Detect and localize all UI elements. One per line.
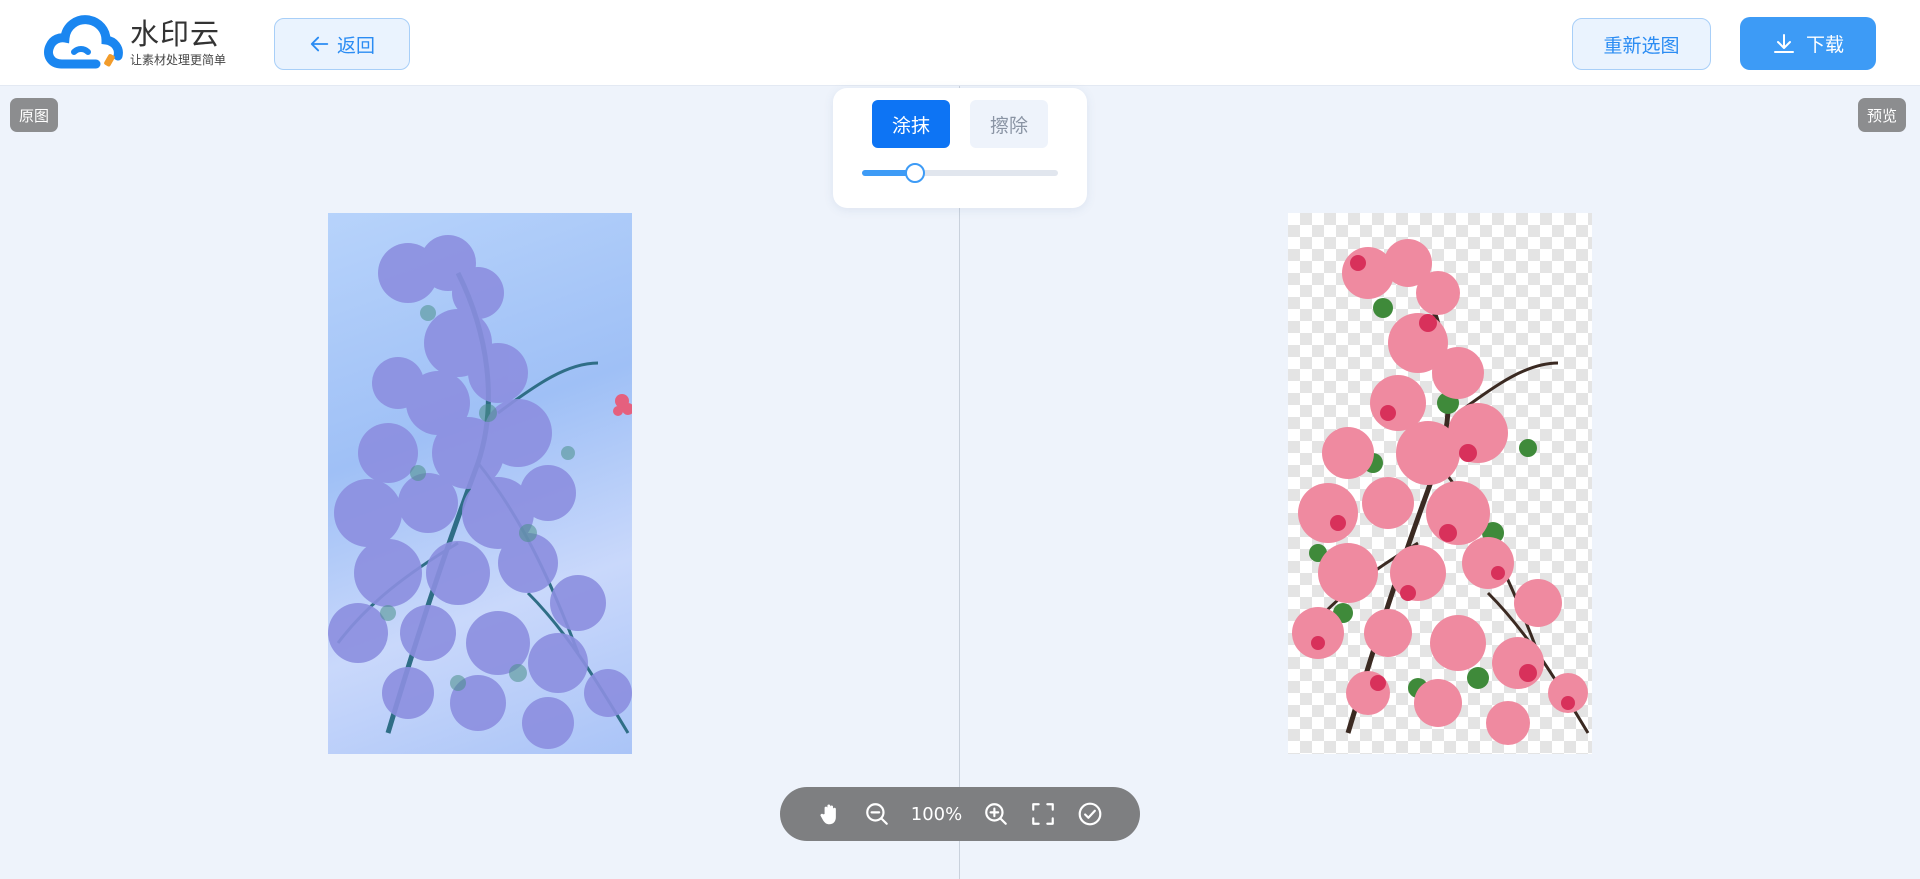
zoom-in-icon	[984, 803, 1007, 825]
fit-screen-button[interactable]	[1029, 801, 1056, 828]
preview-image-canvas[interactable]	[1288, 213, 1592, 754]
hand-icon	[820, 804, 837, 825]
top-bar: 水印云 让素材处理更简单 返回 重新选图 下载	[0, 0, 1920, 86]
cloud-logo-icon	[44, 15, 123, 69]
brand-slogan: 让素材处理更简单	[130, 53, 227, 67]
original-image-canvas[interactable]	[328, 213, 632, 754]
back-button[interactable]: 返回	[274, 18, 410, 70]
back-button-label: 返回	[336, 34, 375, 57]
download-icon	[1773, 33, 1794, 53]
original-label: 原图	[10, 98, 59, 132]
paint-mode-label: 涂抹	[891, 114, 930, 137]
paint-mode-button[interactable]: 涂抹	[872, 100, 950, 148]
brush-settings-panel: 涂抹 擦除	[833, 88, 1087, 208]
brush-size-slider-thumb[interactable]	[904, 163, 925, 183]
arrow-left-icon	[310, 36, 329, 52]
confirm-icon	[1078, 802, 1102, 826]
brush-size-slider-track[interactable]	[862, 170, 1058, 176]
download-button[interactable]: 下载	[1740, 17, 1876, 70]
hand-tool-button[interactable]	[817, 801, 844, 828]
zoom-out-icon	[866, 803, 889, 825]
blossom-cutout-image	[1292, 239, 1590, 745]
brand-name: 水印云	[130, 17, 221, 51]
zoom-out-button[interactable]	[864, 801, 891, 828]
reselect-image-button[interactable]: 重新选图	[1572, 18, 1711, 70]
logo[interactable]: 水印云 让素材处理更简单	[44, 14, 226, 72]
confirm-button[interactable]	[1076, 801, 1103, 828]
erase-mode-button[interactable]: 擦除	[970, 100, 1048, 148]
zoom-in-button[interactable]	[982, 801, 1009, 828]
reselect-button-label: 重新选图	[1603, 34, 1680, 57]
blossom-original-image	[328, 235, 632, 749]
canvas-toolbar: 100%	[780, 787, 1140, 841]
download-button-label: 下载	[1805, 34, 1844, 56]
fit-screen-icon	[1031, 803, 1054, 825]
zoom-level: 100%	[910, 803, 963, 825]
preview-label: 预览	[1858, 98, 1907, 132]
erase-mode-label: 擦除	[989, 114, 1028, 137]
